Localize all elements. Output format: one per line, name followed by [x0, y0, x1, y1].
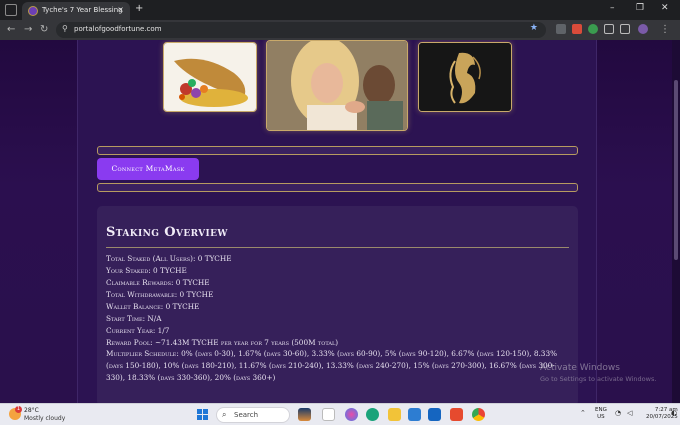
reload-icon[interactable]: ↻ [40, 24, 48, 35]
language-code: ENG [595, 407, 607, 413]
extension-icon[interactable] [572, 24, 582, 34]
couple-image [266, 40, 408, 131]
tab-search-icon[interactable] [5, 4, 17, 16]
volume-icon[interactable]: ◁ [627, 409, 632, 417]
site-info-icon[interactable]: ⚲ [62, 24, 68, 33]
edge-icon[interactable] [366, 408, 379, 421]
page-scrollbar[interactable] [672, 40, 680, 403]
wallet-balance: Wallet Balance: 0 TYCHE [106, 302, 200, 311]
language-region: US [597, 414, 605, 420]
extension-icon[interactable] [588, 24, 598, 34]
web-page: Connect MetaMask Staking Overview Total … [0, 40, 680, 403]
weather-description[interactable]: Mostly cloudy [24, 415, 65, 422]
cornucopia-image [163, 42, 257, 112]
extension-icon[interactable] [556, 24, 566, 34]
browser-tab-bar: Tyche's 7 Year Blessing × + – ❐ ✕ [0, 0, 680, 20]
menu-icon[interactable]: ⋮ [660, 24, 670, 35]
profile-avatar-icon[interactable] [638, 24, 648, 34]
staking-overview-panel: Staking Overview Total Staked (All Users… [97, 206, 578, 403]
landscape-app-icon[interactable] [298, 408, 311, 421]
status-bar-top [97, 146, 578, 155]
copilot-icon[interactable] [345, 408, 358, 421]
address-bar[interactable]: ⚲ portalofgoodfortune.com ★ [56, 22, 546, 38]
staking-title: Staking Overview [106, 225, 228, 240]
taskview-icon[interactable] [322, 408, 335, 421]
divider [106, 247, 569, 248]
language-indicator[interactable]: ENG US [595, 407, 607, 421]
status-bar-bottom [97, 183, 578, 192]
new-tab-button[interactable]: + [135, 3, 143, 14]
activate-windows-subtitle: Go to Settings to activate Windows. [540, 375, 657, 383]
wifi-icon[interactable]: ◔ [615, 409, 621, 417]
file-explorer-icon[interactable] [388, 408, 401, 421]
notification-bell-icon[interactable]: ◐ [671, 409, 677, 417]
site-favicon-icon [28, 6, 38, 16]
forward-icon[interactable]: → [24, 24, 32, 35]
outlook-icon[interactable] [428, 408, 441, 421]
app-icon[interactable] [450, 408, 463, 421]
close-window-button[interactable]: ✕ [661, 3, 669, 13]
total-withdrawable: Total Withdrawable: 0 TYCHE [106, 290, 214, 299]
chrome-icon[interactable] [472, 408, 485, 421]
tab-close-icon[interactable]: × [117, 5, 124, 14]
total-staked: Total Staked (All Users): 0 TYCHE [106, 254, 232, 263]
start-time: Start Time: N/A [106, 314, 162, 323]
claimable-rewards: Claimable Rewards: 0 TYCHE [106, 278, 210, 287]
taskbar-search[interactable]: ⌕ Search [216, 407, 290, 423]
tab-title: Tyche's 7 Year Blessing [42, 6, 123, 14]
content-column: Connect MetaMask Staking Overview Total … [77, 40, 597, 403]
bookmark-star-icon[interactable]: ★ [530, 23, 538, 33]
notification-badge: 1 [15, 406, 22, 413]
browser-toolbar: ← → ↻ ⚲ portalofgoodfortune.com ★ ⋮ [0, 20, 680, 40]
taskbar: 1 28°C Mostly cloudy ⌕ Search ⌃ ENG US ◔… [0, 403, 680, 425]
browser-tab[interactable]: Tyche's 7 Year Blessing × [22, 2, 130, 20]
restore-button[interactable]: ❐ [636, 3, 644, 13]
current-year: Current Year: 1/7 [106, 326, 170, 335]
activate-windows-title: Activate Windows [540, 363, 620, 373]
minimize-button[interactable]: – [610, 3, 615, 13]
start-button[interactable] [197, 409, 209, 421]
golden-goddess-image [418, 42, 512, 112]
mail-icon[interactable] [408, 408, 421, 421]
weather-temperature[interactable]: 28°C [24, 407, 39, 414]
puzzle-icon[interactable] [604, 24, 614, 34]
back-icon[interactable]: ← [7, 24, 15, 35]
search-label: Search [234, 411, 259, 419]
multiplier-schedule: Multiplier Schedule: 0% (days 0-30), 1.6… [106, 349, 558, 382]
tray-chevron-icon[interactable]: ⌃ [580, 409, 586, 417]
sidepanel-icon[interactable] [620, 24, 630, 34]
url-text[interactable]: portalofgoodfortune.com [74, 25, 162, 33]
scrollbar-thumb[interactable] [674, 80, 678, 260]
your-staked: Your Staked: 0 TYCHE [106, 266, 187, 275]
reward-pool: Reward Pool: ~71.43M TYCHE per year for … [106, 338, 339, 347]
search-icon: ⌕ [222, 410, 227, 419]
connect-metamask-button[interactable]: Connect MetaMask [97, 158, 199, 180]
